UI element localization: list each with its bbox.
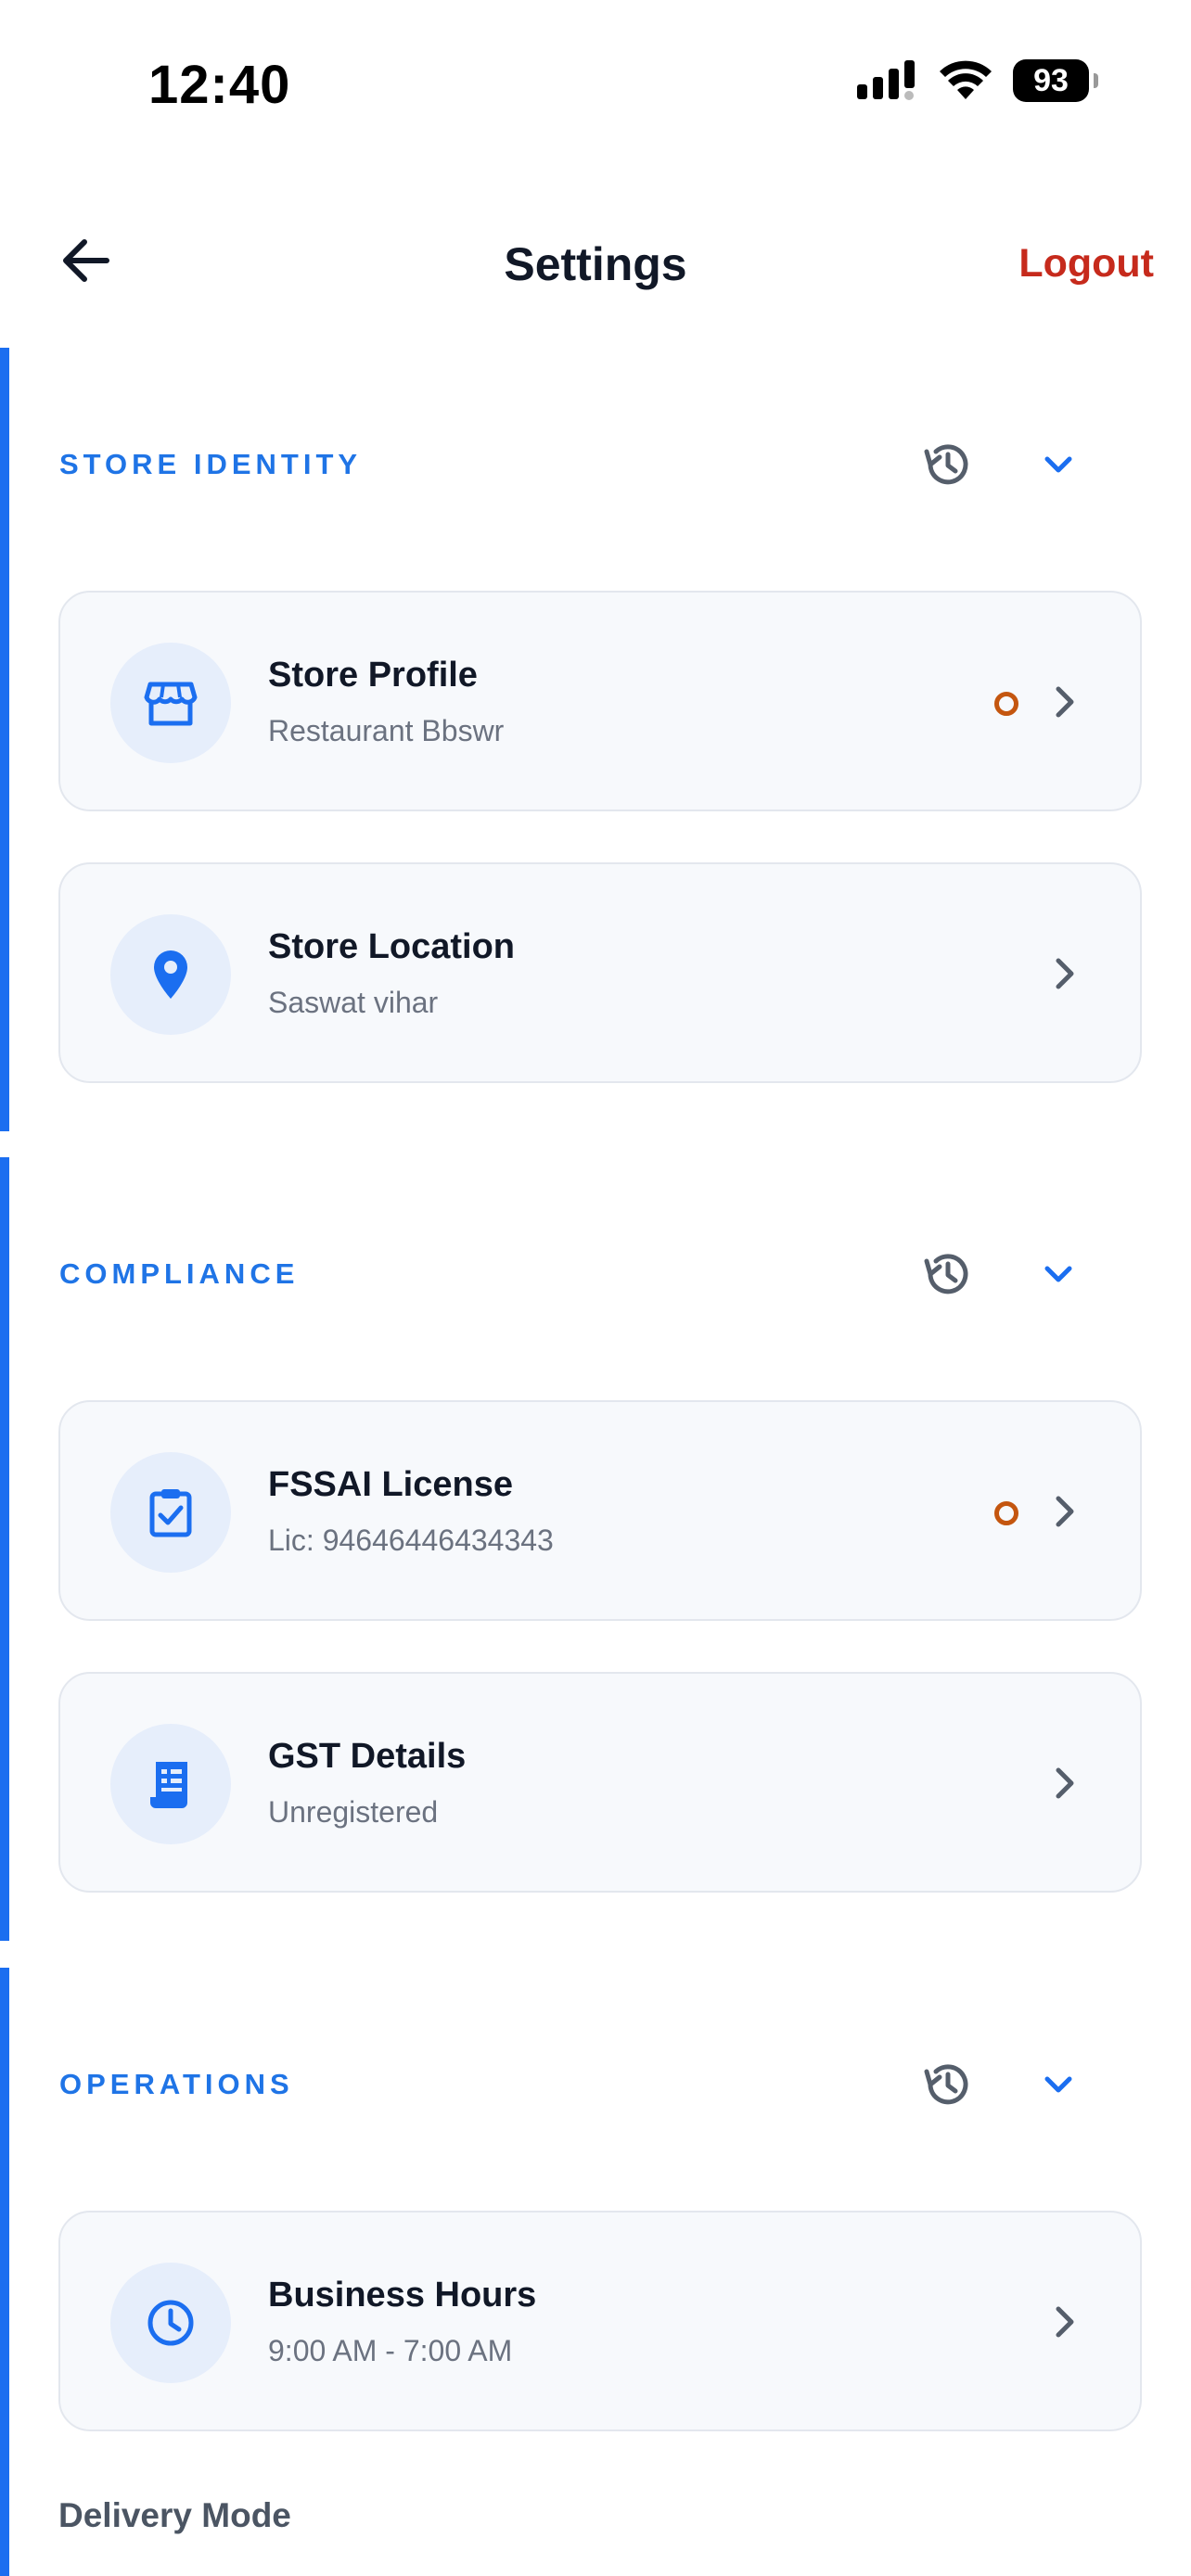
chevron-down-icon (1044, 456, 1072, 473)
card-icon-circle (110, 643, 231, 763)
card-subtitle: Unregistered (268, 1795, 439, 1829)
card-title: GST Details (268, 1737, 467, 1776)
card-icon-circle (110, 1452, 231, 1573)
card-text: Store Location Saswat vihar (268, 927, 515, 1020)
chevron-down-icon (1044, 1266, 1072, 1282)
logout-button[interactable]: Logout (1018, 241, 1154, 287)
chevron-right-icon (1042, 2299, 1088, 2345)
section-header[interactable]: COMPLIANCE (59, 1195, 1154, 1353)
chevron-down-icon (1044, 2076, 1072, 2093)
store-location-card[interactable]: Store Location Saswat vihar (58, 862, 1142, 1083)
history-icon (924, 1254, 968, 1294)
card-title: Store Location (268, 927, 516, 966)
pending-status-dot (994, 692, 1018, 716)
collapse-toggle[interactable] (1026, 2052, 1091, 2117)
gst-details-card[interactable]: GST Details Unregistered (58, 1672, 1142, 1893)
battery-indicator: 93 (1013, 59, 1098, 102)
history-button[interactable] (915, 2052, 980, 2117)
location-pin-icon (154, 950, 187, 999)
card-subtitle: 9:00 AM - 7:00 AM (268, 2334, 513, 2367)
history-button[interactable] (915, 432, 980, 497)
section-compliance: COMPLIANCE FSSAI License Lic: 9464644643… (0, 1157, 1191, 1941)
card-title: Store Profile (268, 656, 478, 695)
card-text: GST Details Unregistered (268, 1737, 466, 1830)
section-title: STORE IDENTITY (59, 448, 363, 480)
chevron-right-icon (1042, 1488, 1088, 1535)
section-accent-bar (0, 1157, 9, 1941)
page-title: Settings (504, 238, 687, 290)
section-store-identity: STORE IDENTITY Store Profile Restaurant … (0, 348, 1191, 1131)
status-bar: 12:40 93 (0, 0, 1191, 176)
app-header: Settings Logout (0, 213, 1191, 325)
history-button[interactable] (915, 1242, 980, 1307)
status-icons: 93 (857, 59, 1098, 102)
card-icon-circle (110, 1724, 231, 1844)
chevron-right-icon (1042, 1760, 1088, 1806)
clock-icon (147, 2300, 194, 2346)
delivery-mode-label: Delivery Mode (58, 2496, 291, 2534)
section-title: OPERATIONS (59, 2068, 294, 2100)
section-accent-bar (0, 1968, 9, 2576)
fssai-license-card[interactable]: FSSAI License Lic: 94646446434343 (58, 1400, 1142, 1621)
card-text: FSSAI License Lic: 94646446434343 (268, 1465, 554, 1558)
card-text: Business Hours 9:00 AM - 7:00 AM (268, 2276, 536, 2368)
card-title: FSSAI License (268, 1465, 513, 1504)
collapse-toggle[interactable] (1026, 1242, 1091, 1307)
section-accent-bar (0, 348, 9, 1131)
history-icon (924, 444, 968, 485)
wifi-icon (940, 60, 992, 99)
card-icon-circle (110, 2263, 231, 2383)
chevron-right-icon (1042, 950, 1088, 997)
receipt-icon (150, 1762, 187, 1808)
collapse-toggle[interactable] (1026, 432, 1091, 497)
business-hours-card[interactable]: Business Hours 9:00 AM - 7:00 AM (58, 2211, 1142, 2431)
card-icon-circle (110, 914, 231, 1035)
storefront-icon (144, 682, 198, 726)
section-header[interactable]: STORE IDENTITY (59, 386, 1154, 543)
section-operations: OPERATIONS Business Hours 9:00 AM - 7:00… (0, 1968, 1191, 2576)
card-subtitle: Restaurant Bbswr (268, 714, 505, 747)
status-time: 12:40 (148, 55, 291, 115)
section-title: COMPLIANCE (59, 1257, 300, 1290)
card-title: Business Hours (268, 2276, 537, 2315)
card-subtitle: Saswat vihar (268, 986, 439, 1019)
pending-status-dot (994, 1501, 1018, 1525)
store-profile-card[interactable]: Store Profile Restaurant Bbswr (58, 591, 1142, 811)
chevron-right-icon (1042, 679, 1088, 725)
history-icon (924, 2064, 968, 2105)
clipboard-check-icon (149, 1489, 192, 1537)
section-header[interactable]: OPERATIONS (59, 2006, 1154, 2163)
card-subtitle: Lic: 94646446434343 (268, 1524, 554, 1557)
cellular-signal-icon (857, 60, 915, 100)
card-text: Store Profile Restaurant Bbswr (268, 656, 504, 748)
